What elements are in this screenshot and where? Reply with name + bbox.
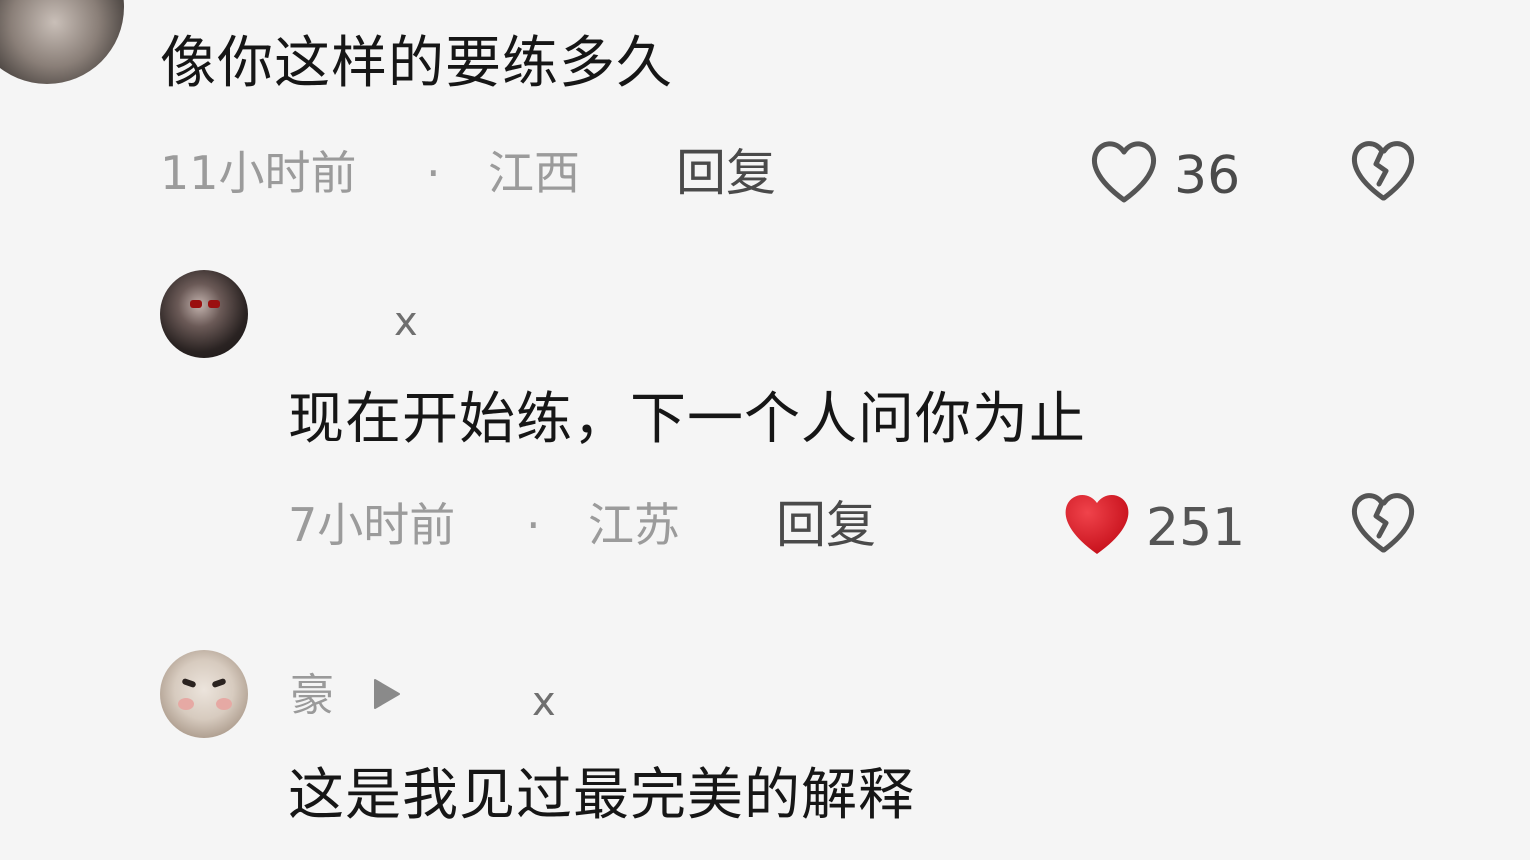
avatar[interactable] [0, 0, 124, 84]
comment-text: 这是我见过最完美的解释 [288, 763, 915, 828]
broken-heart-icon[interactable] [1348, 490, 1418, 556]
like-count: 251 [1146, 498, 1246, 558]
play-triangle-icon [372, 678, 402, 710]
meta-dot: · [426, 146, 441, 200]
comment-time: 11小时前 [160, 146, 357, 200]
author-suffix: x [394, 299, 418, 345]
heart-filled-icon[interactable] [1060, 490, 1134, 558]
broken-heart-icon[interactable] [1348, 138, 1418, 204]
reply-button[interactable]: 回复 [776, 500, 876, 550]
like-count: 36 [1174, 146, 1241, 206]
comment-text: 现在开始练，下一个人问你为止 [288, 387, 1086, 452]
meta-dot: · [526, 498, 541, 552]
avatar[interactable] [160, 270, 248, 358]
comment-location: 江苏 [588, 498, 680, 552]
author-suffix: x [532, 679, 556, 725]
author-name[interactable]: 豪 [290, 674, 334, 718]
avatar[interactable] [160, 650, 248, 738]
comment-location: 江西 [488, 146, 580, 200]
reply-button[interactable]: 回复 [676, 148, 776, 198]
comment-text: 像你这样的要练多久 [160, 31, 673, 96]
heart-outline-icon[interactable] [1088, 138, 1160, 206]
comment-time: 7小时前 [288, 498, 456, 552]
